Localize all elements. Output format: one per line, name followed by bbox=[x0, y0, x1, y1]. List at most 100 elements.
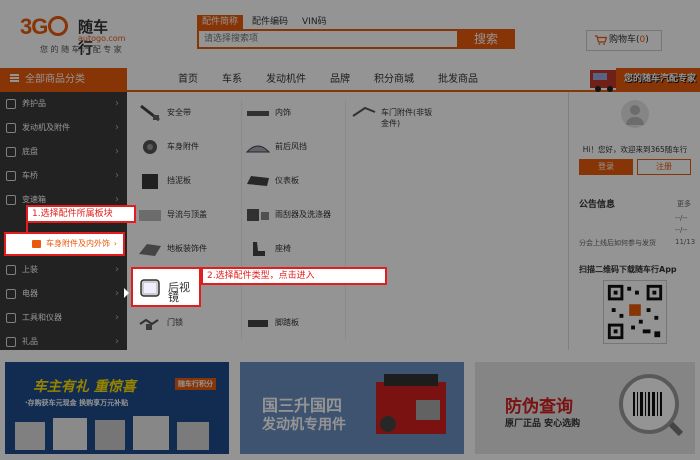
nav-link-brand[interactable]: 品牌 bbox=[330, 68, 350, 92]
search-input[interactable] bbox=[199, 31, 457, 47]
seatbelt-icon bbox=[140, 104, 160, 122]
sidebar-item-label: 工具和仪器 bbox=[22, 313, 62, 322]
sidebar-item-label: 发动机及附件 bbox=[22, 123, 70, 132]
engine-icon bbox=[6, 123, 16, 133]
dashboard-icon bbox=[247, 176, 269, 186]
search-tab-short-name[interactable]: 配件简称 bbox=[197, 15, 244, 29]
subcat-label: 后视镜 bbox=[168, 281, 190, 304]
gift-icon bbox=[6, 337, 16, 347]
sidebar-item-care[interactable]: 养护品 › bbox=[0, 94, 127, 114]
chevron-right-icon: › bbox=[115, 170, 119, 181]
callout-step-2: 2.选择配件类型，点击进入 bbox=[201, 267, 387, 285]
sidebar-item-tools[interactable]: 工具和仪器 › bbox=[0, 308, 127, 328]
logo-ring-icon bbox=[48, 16, 69, 36]
nav-link-wholesale[interactable]: 批发商品 bbox=[438, 68, 478, 92]
subcat-dashboard[interactable]: 仪表板 bbox=[245, 168, 345, 196]
search-tab-vin[interactable]: VIN码 bbox=[297, 15, 332, 29]
body-accessory-icon bbox=[143, 140, 157, 154]
subcat-label: 挡泥板 bbox=[167, 176, 191, 185]
nav-link-home[interactable]: 首页 bbox=[178, 68, 198, 92]
subcategory-panel: 安全带 车身附件 挡泥板 导流与顶盖 地板装饰件 门锁 内饰 前后风挡 仪表板 … bbox=[127, 92, 567, 350]
banner-owner-gift-sub: ·存购获车元现金 换购享万元补贴 bbox=[25, 399, 129, 407]
search-button[interactable]: 搜索 bbox=[457, 29, 515, 49]
cart-button[interactable]: 购物车(0) bbox=[586, 30, 662, 51]
all-categories-button[interactable]: 全部商品分类 bbox=[0, 68, 127, 92]
sidebar-item-label: 车桥 bbox=[22, 171, 38, 180]
subcat-seatbelt[interactable]: 安全带 bbox=[137, 100, 237, 128]
register-button[interactable]: 注册 bbox=[637, 159, 691, 175]
door-accessory-icon bbox=[352, 106, 376, 117]
search-tab-part-code[interactable]: 配件编码 bbox=[247, 15, 293, 29]
chevron-right-icon: › bbox=[115, 264, 119, 275]
truck-promo[interactable]: 您的随车汽配专家 bbox=[590, 62, 700, 92]
sidebar-item-electrical[interactable]: 电器 › bbox=[0, 284, 127, 304]
windshield-icon bbox=[245, 145, 271, 153]
bottle-icon bbox=[6, 99, 16, 109]
notice-title: 公告信息 bbox=[579, 200, 616, 210]
sidebar-item-body-accessories[interactable]: 车身附件及内外饰 › bbox=[4, 232, 125, 256]
panel-pointer-icon bbox=[124, 288, 129, 298]
subcat-label: 内饰 bbox=[275, 108, 291, 117]
banner-owner-gift[interactable]: 车主有礼 重惊喜 ·存购获车元现金 换购享万元补贴 随车行积分 bbox=[5, 362, 229, 454]
subcat-label: 仪表板 bbox=[275, 176, 299, 185]
banner-anti-counterfeit-title: 防伪查询 bbox=[505, 397, 573, 417]
door-lock-icon bbox=[139, 318, 159, 330]
toolbox-icon bbox=[6, 313, 16, 323]
subcat-door-accessories[interactable]: 车门附件(非钣 金件) bbox=[351, 100, 461, 140]
notice-item[interactable]: 分会上线后如何参与发货 11/13 bbox=[579, 238, 695, 248]
subcat-seat[interactable]: 座椅 bbox=[245, 236, 345, 264]
subcat-mudflap[interactable]: 挡泥板 bbox=[137, 168, 237, 196]
nav-link-points-mall[interactable]: 积分商城 bbox=[374, 68, 414, 92]
subcat-label: 雨刮器及洗涤器 bbox=[275, 210, 331, 219]
callout-connector bbox=[26, 222, 28, 232]
sidebar-item-body-top[interactable]: 上装 › bbox=[0, 260, 127, 280]
chevron-right-icon: › bbox=[115, 122, 119, 133]
login-button[interactable]: 登录 bbox=[579, 159, 633, 175]
qr-code-icon[interactable] bbox=[603, 280, 667, 344]
notice-more-link[interactable]: 更多 bbox=[677, 199, 691, 209]
sidebar-item-chassis[interactable]: 底盘 › bbox=[0, 142, 127, 162]
subcat-label: 导流与顶盖 bbox=[167, 210, 207, 219]
user-panel: Hi！您好，欢迎来到365随车行 登录 注册 公告信息 更多 --/-- --/… bbox=[568, 92, 700, 350]
chevron-right-icon: › bbox=[115, 336, 119, 347]
subcat-label: 前后风挡 bbox=[275, 142, 307, 151]
banner-engine-parts[interactable]: 国三升国四 发动机专用件 bbox=[240, 362, 464, 454]
truck-promo-text: 您的随车汽配专家 bbox=[623, 74, 696, 84]
site-logo[interactable]: 3G 随车行 autogo.com 您 的 随 车 汽 配 专 家 bbox=[20, 14, 125, 57]
cart-icon bbox=[595, 35, 607, 45]
cart-label-close: ) bbox=[645, 35, 649, 45]
banner-anti-counterfeit[interactable]: 防伪查询 原厂正品 安心选购 bbox=[475, 362, 695, 454]
subcat-interior[interactable]: 内饰 bbox=[245, 100, 345, 128]
subcat-rearview-mirror[interactable]: 后视镜 bbox=[131, 267, 201, 307]
subcat-body-accessories[interactable]: 车身附件 bbox=[137, 134, 237, 162]
subcat-wiper-washer[interactable]: 雨刮器及洗涤器 bbox=[245, 202, 345, 230]
search-box bbox=[197, 29, 457, 49]
sidebar-item-engine[interactable]: 发动机及附件 › bbox=[0, 118, 127, 138]
deflector-icon bbox=[139, 210, 161, 221]
gearbox-icon bbox=[6, 195, 16, 205]
logo-mark: 3G bbox=[20, 14, 69, 40]
subcat-floor-trim[interactable]: 地板装饰件 bbox=[137, 236, 237, 264]
chevron-right-icon: › bbox=[115, 146, 119, 157]
banner-engine-line1: 国三升国四 bbox=[262, 396, 343, 415]
subcat-label: 脚踏板 bbox=[275, 318, 299, 327]
sidebar-item-label: 底盘 bbox=[22, 147, 38, 156]
chassis-icon bbox=[6, 147, 16, 157]
chevron-right-icon: › bbox=[113, 239, 117, 248]
sidebar-item-axle[interactable]: 车桥 › bbox=[0, 166, 127, 186]
sidebar-item-label: 礼品 bbox=[22, 337, 38, 346]
wiper-icon bbox=[247, 209, 269, 221]
subcat-label: 门锁 bbox=[167, 318, 183, 327]
site-header: 3G 随车行 autogo.com 您 的 随 车 汽 配 专 家 配件简称 配… bbox=[0, 0, 700, 68]
nav-link-engine[interactable]: 发动机件 bbox=[266, 68, 306, 92]
subcat-deflector-roof[interactable]: 导流与顶盖 bbox=[137, 202, 237, 230]
subcat-door-lock[interactable]: 门锁 bbox=[137, 310, 237, 338]
chevron-right-icon: › bbox=[115, 288, 119, 299]
nav-link-series[interactable]: 车系 bbox=[222, 68, 242, 92]
logo-slogan: 您 的 随 车 汽 配 专 家 bbox=[40, 45, 122, 54]
cart-label: 购物车( bbox=[609, 35, 640, 45]
sidebar-item-gifts[interactable]: 礼品 › bbox=[0, 332, 127, 352]
subcat-windshield[interactable]: 前后风挡 bbox=[245, 134, 345, 162]
subcat-footstep[interactable]: 脚踏板 bbox=[245, 310, 345, 338]
app-download-title: 扫描二维码下载随车行App bbox=[579, 265, 677, 274]
